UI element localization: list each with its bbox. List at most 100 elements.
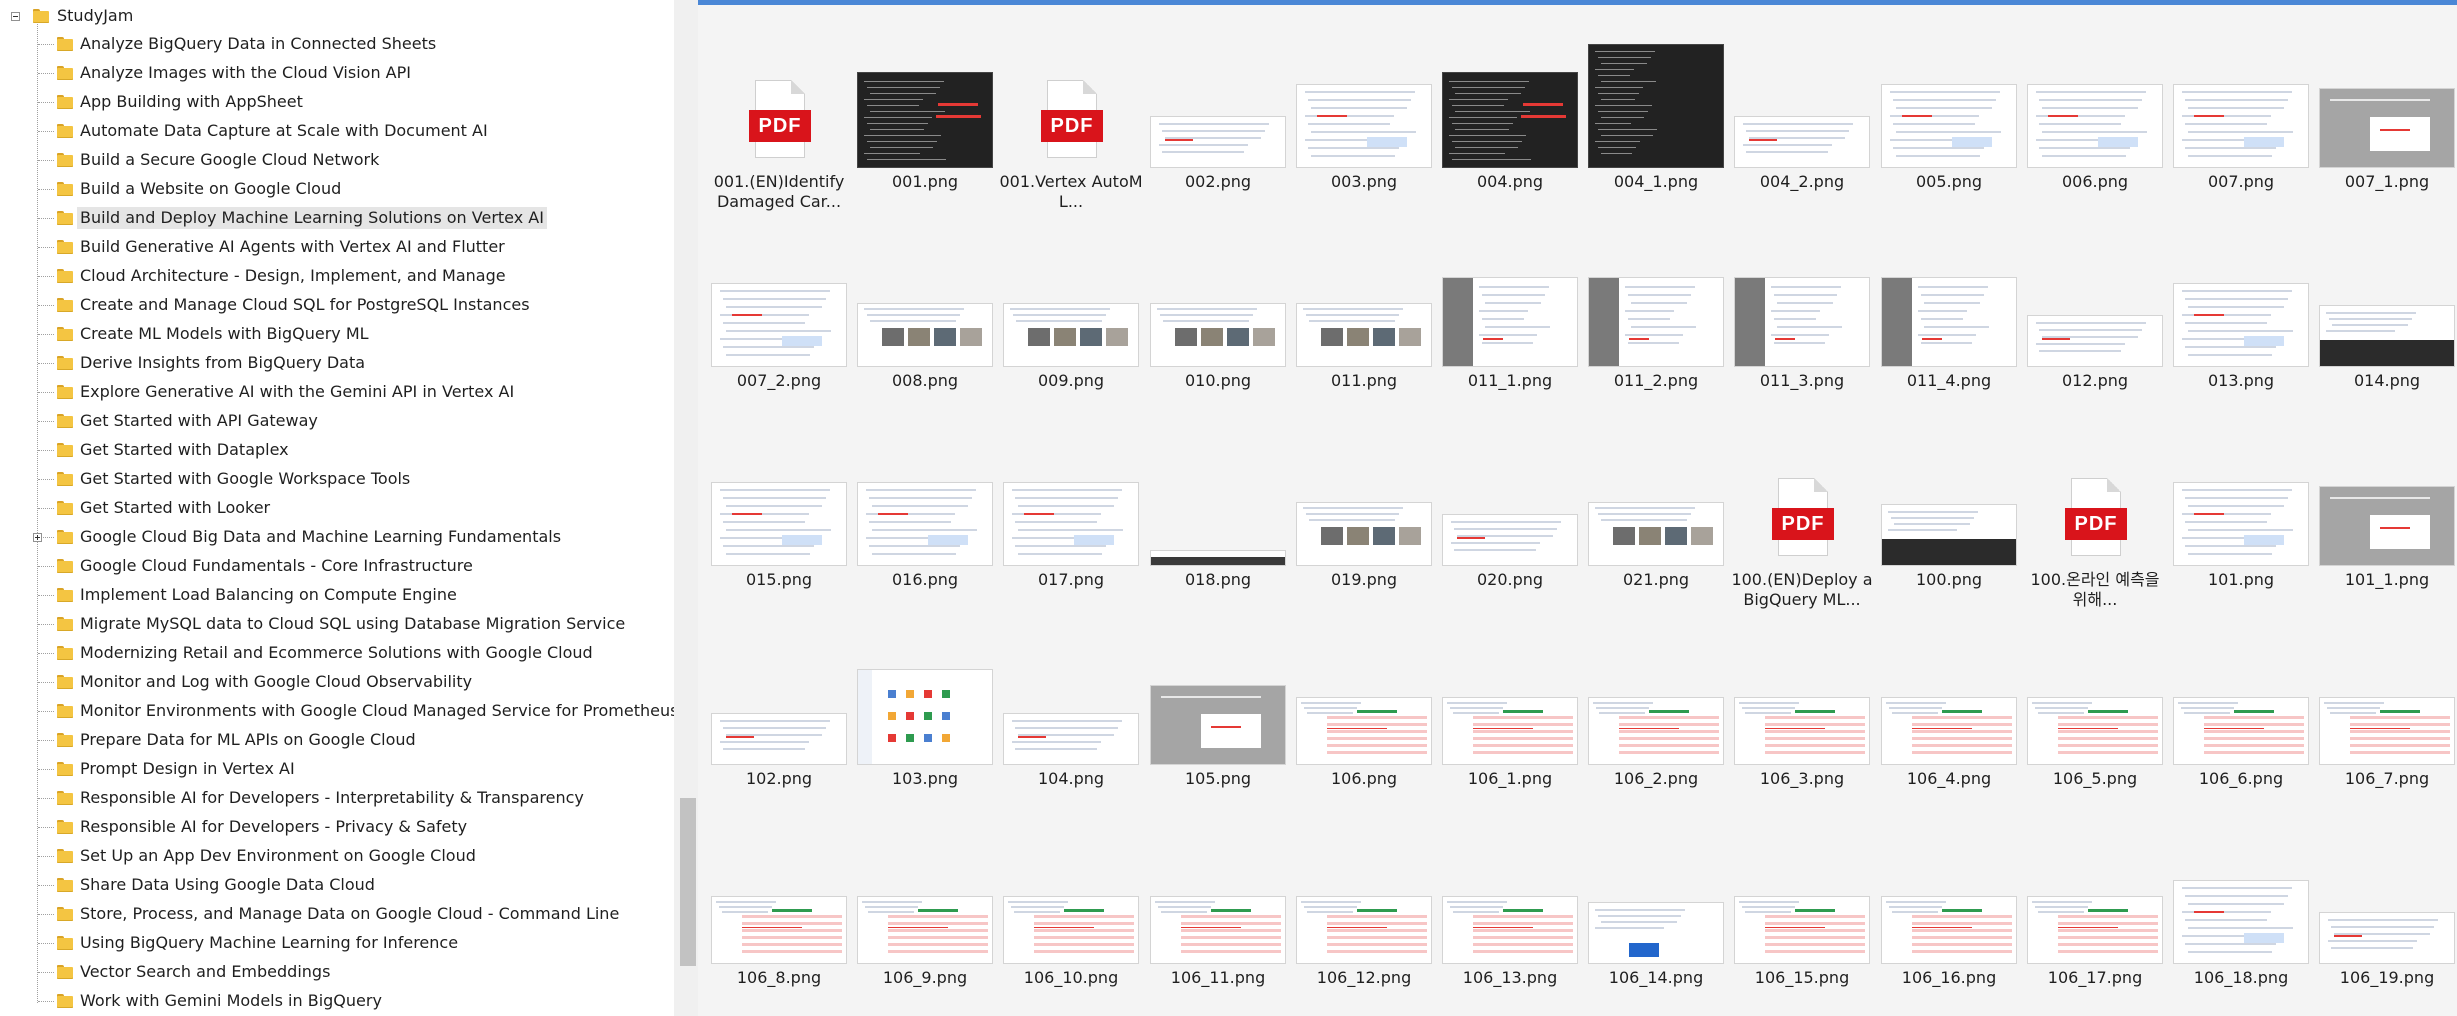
tree-item-label[interactable]: Implement Load Balancing on Compute Engi… <box>77 584 460 606</box>
tree-item-label[interactable]: Modernizing Retail and Ecommerce Solutio… <box>77 642 596 664</box>
file-name-label[interactable]: 011_4.png <box>1876 371 2022 391</box>
file-name-label[interactable]: 018.png <box>1145 570 1291 590</box>
image-file-tile[interactable]: 015.png <box>706 416 852 606</box>
tree-item-label[interactable]: Monitor Environments with Google Cloud M… <box>77 700 674 722</box>
image-file-tile[interactable]: 011_1.png <box>1437 217 1583 407</box>
tree-item[interactable]: Get Started with Dataplex <box>0 437 674 464</box>
image-file-tile[interactable]: 016.png <box>852 416 998 606</box>
image-file-tile[interactable]: 106_3.png <box>1729 615 1875 805</box>
image-file-tile[interactable]: 102.png <box>706 615 852 805</box>
image-file-tile[interactable]: 106_14.png <box>1583 814 1729 1004</box>
file-name-label[interactable]: 106_2.png <box>1583 769 1729 789</box>
file-name-label[interactable]: 106_9.png <box>852 968 998 988</box>
tree-item-label[interactable]: Automate Data Capture at Scale with Docu… <box>77 120 491 142</box>
file-name-label[interactable]: 106_13.png <box>1437 968 1583 988</box>
file-name-label[interactable]: 103.png <box>852 769 998 789</box>
file-name-label[interactable]: 014.png <box>2314 371 2457 391</box>
image-file-tile[interactable]: 106_13.png <box>1437 814 1583 1004</box>
tree-item[interactable]: Build and Deploy Machine Learning Soluti… <box>0 205 674 232</box>
file-name-label[interactable]: 106_18.png <box>2168 968 2314 988</box>
pdf-file-tile[interactable]: PDF 100.(EN)Deploy a BigQuery ML... <box>1729 416 1875 609</box>
tree-item-label[interactable]: Analyze BigQuery Data in Connected Sheet… <box>77 33 439 55</box>
image-file-tile[interactable]: 012.png <box>2022 217 2168 407</box>
tree-item[interactable]: Get Started with Google Workspace Tools <box>0 466 674 493</box>
image-file-tile[interactable]: 101_1.png <box>2314 416 2457 606</box>
file-name-label[interactable]: 009.png <box>998 371 1144 391</box>
image-file-tile[interactable]: 011_3.png <box>1729 217 1875 407</box>
file-name-label[interactable]: 013.png <box>2168 371 2314 391</box>
tree-item[interactable]: Create ML Models with BigQuery ML <box>0 321 674 348</box>
file-name-label[interactable]: 100.(EN)Deploy a BigQuery ML... <box>1729 570 1875 610</box>
image-file-tile[interactable]: 017.png <box>998 416 1144 606</box>
file-name-label[interactable]: 102.png <box>706 769 852 789</box>
tree-item-label[interactable]: App Building with AppSheet <box>77 91 306 113</box>
file-name-label[interactable]: 011_3.png <box>1729 371 1875 391</box>
file-name-label[interactable]: 003.png <box>1291 172 1437 192</box>
tree-item-label[interactable]: Prepare Data for ML APIs on Google Cloud <box>77 729 419 751</box>
image-file-tile[interactable]: 106_5.png <box>2022 615 2168 805</box>
file-name-label[interactable]: 006.png <box>2022 172 2168 192</box>
file-name-label[interactable]: 011_2.png <box>1583 371 1729 391</box>
image-file-tile[interactable]: 005.png <box>1876 18 2022 208</box>
image-file-tile[interactable]: 003.png <box>1291 18 1437 208</box>
file-name-label[interactable]: 007_1.png <box>2314 172 2457 192</box>
file-name-label[interactable]: 101_1.png <box>2314 570 2457 590</box>
image-file-tile[interactable]: 004_2.png <box>1729 18 1875 208</box>
tree-item[interactable]: Vector Search and Embeddings <box>0 959 674 986</box>
tree-item-label[interactable]: Store, Process, and Manage Data on Googl… <box>77 903 622 925</box>
file-name-label[interactable]: 106_3.png <box>1729 769 1875 789</box>
file-name-label[interactable]: 100.온라인 예측을 위해... <box>2022 570 2168 610</box>
tree-item[interactable]: Store, Process, and Manage Data on Googl… <box>0 901 674 928</box>
image-file-tile[interactable]: 103.png <box>852 615 998 805</box>
file-name-label[interactable]: 019.png <box>1291 570 1437 590</box>
image-file-tile[interactable]: 007_2.png <box>706 217 852 407</box>
tree-item-label[interactable]: Work with Gemini Models in BigQuery <box>77 990 385 1012</box>
image-file-tile[interactable]: 106_8.png <box>706 814 852 1004</box>
image-file-tile[interactable]: 008.png <box>852 217 998 407</box>
tree-item-label[interactable]: Set Up an App Dev Environment on Google … <box>77 845 479 867</box>
tree-item[interactable]: Build a Website on Google Cloud <box>0 176 674 203</box>
tree-item[interactable]: Share Data Using Google Data Cloud <box>0 872 674 899</box>
image-file-tile[interactable]: 020.png <box>1437 416 1583 606</box>
file-name-label[interactable]: 106_14.png <box>1583 968 1729 988</box>
tree-item-label[interactable]: Create ML Models with BigQuery ML <box>77 323 372 345</box>
image-file-tile[interactable]: 106_16.png <box>1876 814 2022 1004</box>
tree-item-label[interactable]: Build Generative AI Agents with Vertex A… <box>77 236 508 258</box>
image-file-tile[interactable]: 106_15.png <box>1729 814 1875 1004</box>
tree-item[interactable]: Create and Manage Cloud SQL for PostgreS… <box>0 292 674 319</box>
file-name-label[interactable]: 101.png <box>2168 570 2314 590</box>
tree-item-label[interactable]: Prompt Design in Vertex AI <box>77 758 298 780</box>
tree-item[interactable]: App Building with AppSheet <box>0 89 674 116</box>
tree-item[interactable]: Responsible AI for Developers - Privacy … <box>0 814 674 841</box>
tree-item[interactable]: Implement Load Balancing on Compute Engi… <box>0 582 674 609</box>
file-name-label[interactable]: 100.png <box>1876 570 2022 590</box>
pdf-file-tile[interactable]: PDF 100.온라인 예측을 위해... <box>2022 416 2168 609</box>
image-file-tile[interactable]: 018.png <box>1145 416 1291 606</box>
file-name-label[interactable]: 020.png <box>1437 570 1583 590</box>
image-file-tile[interactable]: 013.png <box>2168 217 2314 407</box>
tree-item[interactable]: Monitor and Log with Google Cloud Observ… <box>0 669 674 696</box>
file-name-label[interactable]: 106_6.png <box>2168 769 2314 789</box>
tree-item[interactable]: Analyze BigQuery Data in Connected Sheet… <box>0 31 674 58</box>
file-name-label[interactable]: 106_1.png <box>1437 769 1583 789</box>
image-file-tile[interactable]: 004.png <box>1437 18 1583 208</box>
image-file-tile[interactable]: 106_4.png <box>1876 615 2022 805</box>
file-name-label[interactable]: 106_12.png <box>1291 968 1437 988</box>
image-file-tile[interactable]: 104.png <box>998 615 1144 805</box>
image-file-tile[interactable]: 106_19.png <box>2314 814 2457 1004</box>
tree-item-label[interactable]: Google Cloud Big Data and Machine Learni… <box>77 526 564 548</box>
image-file-tile[interactable]: 106_7.png <box>2314 615 2457 805</box>
tree-item-label[interactable]: Get Started with Dataplex <box>77 439 292 461</box>
tree-item[interactable]: Build Generative AI Agents with Vertex A… <box>0 234 674 261</box>
tree-item-label[interactable]: Responsible AI for Developers - Interpre… <box>77 787 587 809</box>
tree-item[interactable]: Cloud Architecture - Design, Implement, … <box>0 263 674 290</box>
file-name-label[interactable]: 106_17.png <box>2022 968 2168 988</box>
tree-item[interactable]: Prompt Design in Vertex AI <box>0 756 674 783</box>
pdf-file-tile[interactable]: PDF 001.Vertex AutoML... <box>998 18 1144 211</box>
image-file-tile[interactable]: 106_9.png <box>852 814 998 1004</box>
file-name-label[interactable]: 011_1.png <box>1437 371 1583 391</box>
file-name-label[interactable]: 012.png <box>2022 371 2168 391</box>
image-file-tile[interactable]: 021.png <box>1583 416 1729 606</box>
file-name-label[interactable]: 021.png <box>1583 570 1729 590</box>
file-name-label[interactable]: 105.png <box>1145 769 1291 789</box>
